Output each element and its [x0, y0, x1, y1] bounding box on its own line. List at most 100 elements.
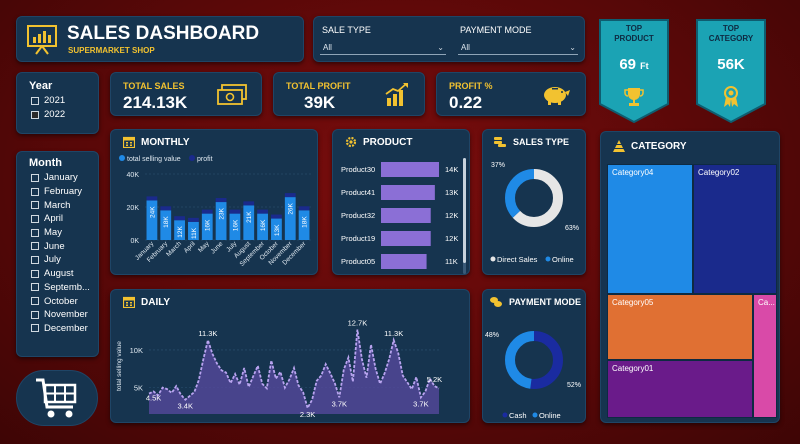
top-category-ribbon: TOP CATEGORY 56K	[695, 18, 767, 124]
payment-mode-value: All	[461, 43, 470, 52]
checkbox[interactable]	[31, 187, 39, 196]
y-tick-label: 5K	[134, 384, 143, 393]
data-label: 23K	[219, 207, 226, 219]
daily-area-chart: 5K 10K total selling value 4.5K 3.4K 11.3K 2.3…	[116, 319, 442, 419]
sales-type-title: SALES TYPE	[513, 137, 570, 147]
bar-profit	[201, 209, 213, 214]
total-profit-value: 39K	[304, 93, 336, 112]
data-label: 12K	[445, 234, 458, 243]
month-option[interactable]: April	[31, 212, 90, 226]
month-option[interactable]: May	[31, 226, 90, 240]
growth-chart-icon	[385, 83, 408, 106]
legend-label: profit	[197, 156, 213, 163]
year-slicer: Year 2021 2022	[16, 72, 99, 134]
payment-mode-dropdown[interactable]: All ⌄	[458, 41, 578, 55]
data-label: 12K	[177, 226, 184, 238]
checkbox[interactable]	[31, 201, 39, 210]
checkbox[interactable]	[31, 96, 39, 105]
treemap-cell[interactable]: Ca...	[753, 294, 777, 418]
bar-profit	[257, 209, 268, 214]
treemap-cell[interactable]: Category01	[607, 360, 753, 418]
month-option[interactable]: July	[31, 253, 90, 267]
month-option[interactable]: August	[31, 267, 90, 281]
data-label: 12.7K	[348, 319, 368, 328]
treemap-cell-label: Category02	[698, 168, 740, 177]
month-option[interactable]: February	[31, 185, 90, 199]
checkbox[interactable]	[31, 214, 39, 223]
month-option[interactable]: November	[31, 308, 90, 322]
product-chart-card: PRODUCT Product30 14K Product41 13K Product3…	[332, 129, 470, 275]
chevron-down-icon: ⌄	[569, 43, 576, 52]
year-option[interactable]: 2022	[31, 108, 65, 122]
calendar-icon	[123, 296, 135, 308]
month-option[interactable]: June	[31, 239, 90, 253]
data-label: 4.5K	[146, 393, 161, 402]
data-label: 37%	[491, 162, 505, 169]
filters-card: SALE TYPE All ⌄ PAYMENT MODE All ⌄	[313, 16, 585, 62]
payment-mode-label: PAYMENT MODE	[460, 25, 532, 35]
checkbox[interactable]	[31, 228, 39, 237]
treemap-cell-label: Category01	[612, 364, 654, 373]
product-bar	[381, 185, 435, 200]
scrollbar[interactable]	[463, 158, 466, 274]
page-subtitle: SUPERMARKET SHOP	[68, 46, 155, 55]
month-option[interactable]: Septemb...	[31, 281, 90, 295]
legend-marker	[119, 155, 125, 161]
top-product-ribbon: TOP PRODUCT 69 Ft	[598, 18, 670, 124]
payment-mode-donut: 48% 52% Cash Online	[485, 331, 581, 420]
profit-percent-card: PROFIT % 0.22	[436, 72, 586, 116]
shopping-cart-button[interactable]	[16, 370, 98, 426]
category-card: CATEGORY Category04 Category02 Category05 C…	[600, 131, 780, 423]
legend-marker	[502, 412, 508, 418]
data-label: 3.4K	[178, 402, 193, 411]
month-option[interactable]: December	[31, 322, 90, 336]
sale-type-dropdown[interactable]: All ⌄	[320, 41, 446, 55]
product-bar	[381, 162, 439, 177]
coins-icon	[494, 137, 506, 147]
legend-marker	[189, 155, 195, 161]
data-label: 24K	[149, 206, 156, 218]
bar-profit	[188, 217, 199, 222]
treemap-cell[interactable]: Category04	[607, 164, 693, 294]
total-sales-label: TOTAL SALES	[123, 81, 185, 91]
treemap-cell-label: Category05	[612, 298, 654, 307]
month-option[interactable]: October	[31, 294, 90, 308]
treemap-cell[interactable]: Category02	[693, 164, 777, 294]
monthly-bar-chart: total selling value profit0K20K40K24KJanu…	[119, 155, 311, 268]
product-bar	[381, 208, 431, 223]
y-tick-label: Product30	[341, 165, 375, 174]
total-sales-value: 214.13K	[123, 93, 188, 112]
x-tick-label: March	[165, 240, 183, 258]
checkbox[interactable]	[31, 310, 39, 319]
checkbox[interactable]	[31, 269, 39, 278]
product-bar	[381, 254, 427, 269]
checkbox[interactable]	[31, 242, 39, 251]
data-label: 18K	[302, 216, 309, 228]
month-option[interactable]: January	[31, 171, 90, 185]
checkbox[interactable]	[31, 173, 39, 182]
award-medal-icon	[724, 86, 738, 107]
checkbox[interactable]	[31, 255, 39, 264]
x-tick-label: April	[183, 240, 198, 255]
data-label: 52%	[567, 382, 581, 389]
data-label: 12K	[445, 211, 458, 220]
month-option[interactable]: March	[31, 198, 90, 212]
money-icon	[217, 84, 247, 105]
payment-mode-title: PAYMENT MODE	[509, 297, 582, 307]
monthly-chart-card: MONTHLY total selling value profit 0K 20K 40…	[110, 129, 318, 275]
data-label: 2.3K	[300, 410, 315, 419]
legend-marker	[545, 256, 551, 262]
checkbox[interactable]	[31, 324, 39, 333]
sales-type-card: SALES TYPE 37% 63% Direct Sales Online	[482, 129, 586, 275]
bar-profit	[146, 196, 158, 201]
legend-marker	[490, 256, 496, 262]
year-option[interactable]: 2021	[31, 94, 65, 108]
data-label: 18K	[163, 216, 170, 228]
data-label: 16K	[232, 219, 239, 231]
checkbox[interactable]	[31, 110, 39, 119]
treemap-cell[interactable]: Category05	[607, 294, 753, 360]
checkbox[interactable]	[31, 297, 39, 306]
checkbox[interactable]	[31, 283, 39, 292]
y-tick-label: Product32	[341, 211, 375, 220]
monthly-title: MONTHLY	[141, 136, 190, 148]
